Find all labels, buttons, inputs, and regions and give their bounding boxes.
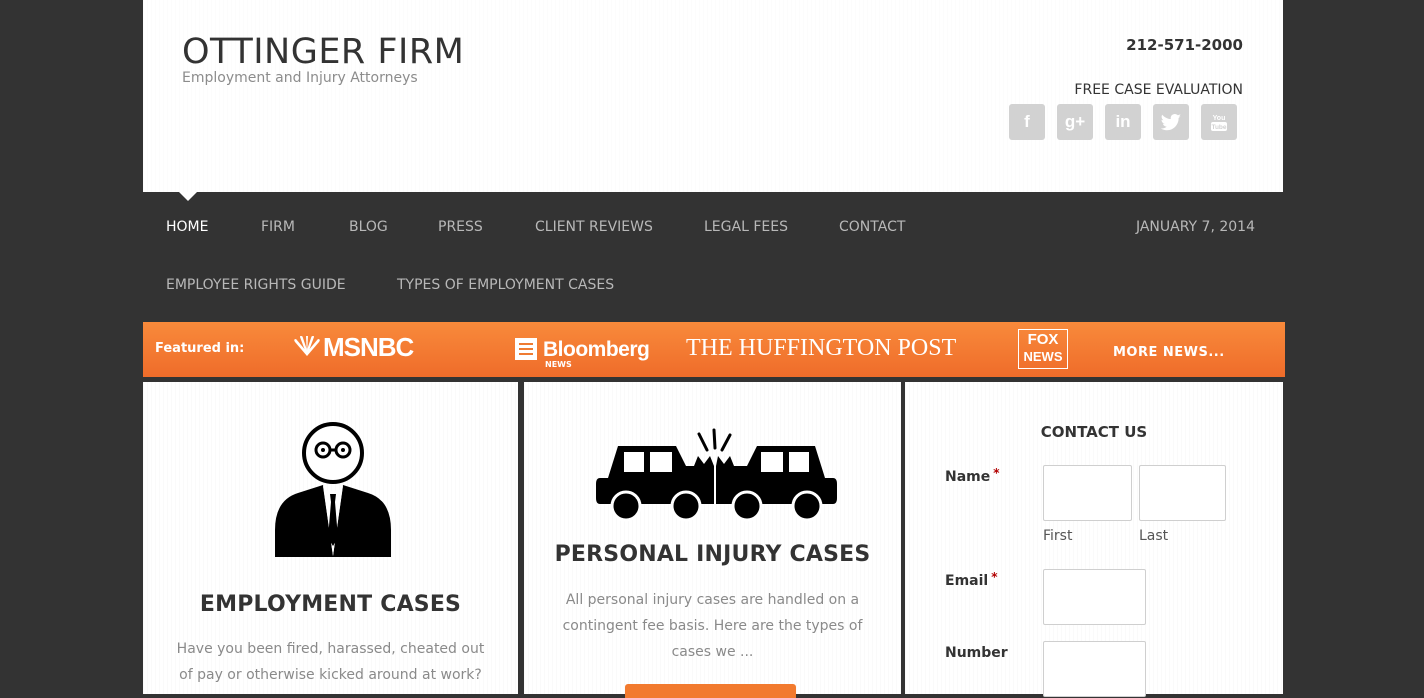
svg-text:You: You: [1213, 115, 1226, 122]
employment-cases-panel: EMPLOYMENT CASES Have you been fired, ha…: [143, 382, 518, 694]
linkedin-icon[interactable]: in: [1105, 104, 1141, 140]
personal-injury-panel: PERSONAL INJURY CASES All personal injur…: [524, 382, 901, 698]
youtube-glyph: You Tube: [1211, 115, 1227, 131]
nav-contact[interactable]: CONTACT: [839, 219, 905, 235]
nav-legal-fees[interactable]: LEGAL FEES: [704, 219, 788, 235]
first-name-sublabel: First: [1043, 528, 1073, 544]
required-marker: *: [993, 466, 1000, 480]
featured-in-label: Featured in:: [155, 341, 245, 356]
number-input[interactable]: [1043, 641, 1146, 697]
contact-us-title: CONTACT US: [1040, 423, 1148, 441]
email-label: Email *: [945, 570, 998, 589]
nav-client-reviews[interactable]: CLIENT REVIEWS: [535, 219, 653, 235]
contact-form-panel: CONTACT US Name * First Last Email * Numbe…: [905, 382, 1283, 697]
site-header: OTTINGER FIRM Employment and Injury Atto…: [143, 0, 1283, 192]
more-news-link[interactable]: MORE NEWS...: [1113, 345, 1225, 360]
nav-home[interactable]: HOME: [166, 219, 208, 235]
first-name-input[interactable]: [1043, 465, 1132, 521]
msnbc-logo[interactable]: MSNBC: [291, 332, 414, 363]
name-label: Name *: [945, 466, 1000, 485]
nav-types-of-employment-cases[interactable]: TYPES OF EMPLOYMENT CASES: [397, 277, 614, 293]
google-plus-icon[interactable]: g+: [1057, 104, 1093, 140]
featured-in-banner[interactable]: Featured in: MSNBC Bloomberg NEWS THE HU…: [143, 322, 1285, 377]
nav-press[interactable]: PRESS: [438, 219, 483, 235]
twitter-icon[interactable]: [1153, 104, 1189, 140]
personal-injury-text: All personal injury cases are handled on…: [562, 592, 863, 660]
employment-cases-title[interactable]: EMPLOYMENT CASES: [143, 592, 518, 617]
current-date: JANUARY 7, 2014: [1135, 219, 1255, 235]
peacock-icon: [294, 335, 320, 356]
read-more-button[interactable]: [625, 684, 796, 698]
number-label: Number: [945, 645, 1008, 661]
huffington-post-logo[interactable]: THE HUFFINGTON POST: [686, 335, 956, 362]
required-marker: *: [991, 570, 998, 584]
free-case-evaluation-link[interactable]: FREE CASE EVALUATION: [1074, 82, 1243, 98]
nav-firm[interactable]: FIRM: [261, 219, 295, 235]
last-name-input[interactable]: [1139, 465, 1226, 521]
email-input[interactable]: [1043, 569, 1146, 625]
last-name-sublabel: Last: [1139, 528, 1169, 544]
employment-cases-text: Have you been fired, harassed, cheated o…: [176, 641, 485, 683]
site-tagline: Employment and Injury Attorneys: [182, 70, 418, 86]
twitter-bird-glyph: [1161, 113, 1181, 130]
car-crash-icon[interactable]: [594, 426, 839, 526]
active-nav-pointer: [179, 192, 197, 201]
nav-employee-rights-guide[interactable]: EMPLOYEE RIGHTS GUIDE: [166, 277, 346, 293]
page: OTTINGER FIRM Employment and Injury Atto…: [143, 0, 1285, 698]
fox-news-logo[interactable]: FOX NEWS: [1018, 329, 1068, 369]
nav-blog[interactable]: BLOG: [349, 219, 388, 235]
site-title[interactable]: OTTINGER FIRM: [182, 32, 464, 72]
phone-number[interactable]: 212-571-2000: [1126, 36, 1243, 54]
youtube-icon[interactable]: You Tube: [1201, 104, 1237, 140]
personal-injury-title[interactable]: PERSONAL INJURY CASES: [524, 542, 901, 567]
main-navigation: HOME FIRM BLOG PRESS CLIENT REVIEWS LEGA…: [143, 192, 1283, 322]
facebook-icon[interactable]: f: [1009, 104, 1045, 140]
bloomberg-mark-icon: [515, 338, 537, 360]
svg-text:Tube: Tube: [1211, 124, 1226, 131]
businessman-icon[interactable]: [273, 420, 393, 560]
